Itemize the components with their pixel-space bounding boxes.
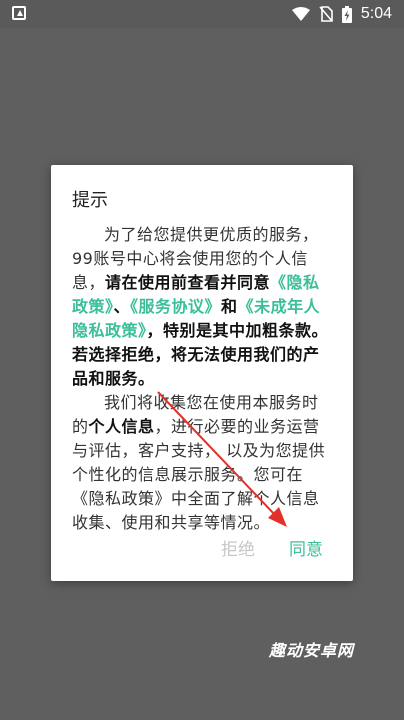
bold-clause-a: 请在使用前查看并同意: [105, 273, 271, 292]
status-icons: 5:04: [291, 4, 392, 24]
paragraph-collection: 我们将收集您在使用本服务时的个人信息，进行必要的业务运营与评估，客户支持， 以及…: [72, 391, 330, 535]
dialog-body: 为了给您提供更优质的服务，99账号中心将会使用您的个人信息，请在使用前查看并同意…: [72, 223, 330, 535]
privacy-dialog: 提示 为了给您提供更优质的服务，99账号中心将会使用您的个人信息，请在使用前查看…: [51, 165, 353, 581]
separator-1: 、: [113, 297, 131, 316]
privacy-policy-inline-link[interactable]: 《隐私政策》: [72, 489, 171, 508]
paragraph-intro: 为了给您提供更优质的服务，99账号中心将会使用您的个人信息，请在使用前查看并同意…: [72, 223, 330, 391]
personal-info-bold: 个人信息: [88, 417, 155, 436]
battery-charging-icon: [341, 5, 352, 23]
reject-button[interactable]: 拒绝: [221, 535, 255, 560]
watermark: 趣动安卓网: [268, 641, 354, 660]
separator-2: 和: [221, 297, 238, 316]
dialog-actions: 拒绝 同意: [221, 535, 323, 560]
service-agreement-link[interactable]: 《服务协议》: [130, 297, 221, 316]
agree-button[interactable]: 同意: [289, 535, 323, 560]
wifi-icon: [291, 7, 310, 21]
app-notification-icon: [12, 6, 26, 20]
clock: 5:04: [360, 5, 392, 22]
no-sim-icon: [319, 6, 333, 22]
status-bar: 5:04: [0, 0, 404, 28]
dialog-title: 提示: [72, 190, 108, 211]
